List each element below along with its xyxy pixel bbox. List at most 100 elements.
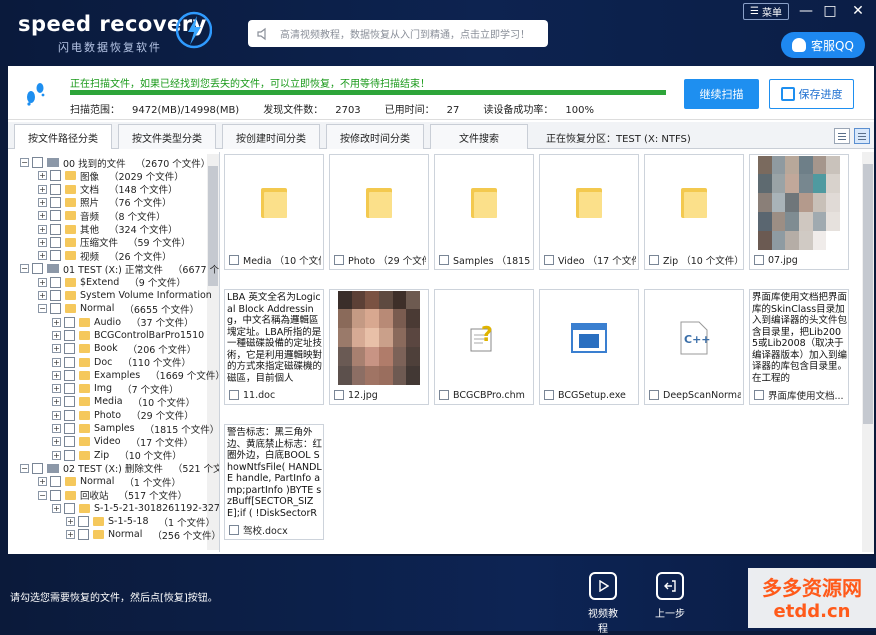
file-card-checkbox[interactable] [544, 390, 554, 400]
tree-item-checkbox[interactable] [78, 516, 89, 528]
tree-item-checkbox[interactable] [64, 396, 75, 408]
expand-toggle-icon[interactable]: + [52, 330, 61, 340]
tree-item[interactable]: + S-1-5-18 （1 个文件） [66, 515, 215, 529]
tree-item[interactable]: + Doc （110 个文件） [52, 356, 191, 369]
tree-item-checkbox[interactable] [50, 303, 61, 315]
tree-item[interactable]: + BCGControlBarPro1510 （27 [52, 329, 219, 342]
expand-toggle-icon[interactable]: + [52, 410, 61, 420]
tree-item-checkbox[interactable] [64, 502, 75, 514]
expand-toggle-icon[interactable]: + [38, 477, 47, 487]
expand-toggle-icon[interactable]: − [20, 158, 29, 167]
expand-toggle-icon[interactable]: − [38, 304, 47, 314]
file-card[interactable]: 界面库使用文档把界面库的SkinClass目录加入到编译器的头文件包含目录里，把… [749, 289, 849, 405]
file-card[interactable]: BCGSetup.exe [539, 289, 639, 405]
previous-step-button[interactable]: 上一步 [652, 572, 688, 620]
tree-item[interactable]: + Book （206 个文件） [52, 342, 196, 356]
maximize-button[interactable]: □ [821, 2, 839, 20]
expand-toggle-icon[interactable]: + [38, 237, 47, 247]
menu-button[interactable]: ☰ 菜单 [743, 3, 789, 20]
list-view-icon[interactable] [834, 128, 850, 144]
customer-service-qq-button[interactable]: 客服QQ [781, 32, 865, 58]
tree-item-checkbox[interactable] [50, 210, 61, 222]
expand-toggle-icon[interactable]: + [52, 344, 61, 354]
tree-item[interactable]: + S-1-5-21-3018261192-32706 [52, 502, 219, 515]
tree-item[interactable]: + 其他 （324 个文件） [38, 223, 178, 236]
video-tutorial-button[interactable]: 视频教程 [585, 572, 621, 635]
expand-toggle-icon[interactable]: + [38, 211, 47, 221]
file-card[interactable]: 07.jpg [749, 154, 849, 270]
expand-toggle-icon[interactable]: + [52, 397, 61, 407]
tree-item[interactable]: − 00 找到的文件 （2670 个文件） [20, 156, 210, 170]
file-card-checkbox[interactable] [334, 390, 344, 400]
tree-item[interactable]: + 压缩文件 （59 个文件） [38, 236, 191, 249]
tree-item-checkbox[interactable] [50, 183, 61, 195]
tutorial-notice-bar[interactable]: 高清视频教程，数据恢复从入门到精通，点击立即学习！ [248, 20, 548, 47]
tree-item[interactable]: + Normal （256 个文件） [66, 528, 219, 542]
tree-item-checkbox[interactable] [64, 423, 75, 434]
tree-item[interactable]: + Samples （1815 个文件） [52, 422, 219, 436]
tree-item-checkbox[interactable] [64, 409, 75, 421]
tree-item[interactable]: + 照片 （76 个文件） [38, 196, 172, 209]
tree-item-checkbox[interactable] [50, 276, 61, 288]
expand-toggle-icon[interactable]: + [38, 251, 47, 261]
tree-item-checkbox[interactable] [64, 356, 75, 368]
file-card-checkbox[interactable] [439, 255, 449, 265]
expand-toggle-icon[interactable]: − [20, 463, 29, 473]
expand-toggle-icon[interactable]: + [52, 503, 61, 513]
tree-item-checkbox[interactable] [50, 489, 61, 501]
tree-item[interactable]: + Examples （1669 个文件） [52, 369, 219, 382]
tree-item[interactable]: + $Extend （9 个文件） [38, 276, 186, 289]
tree-item[interactable]: − 01 TEST (X:) 正常文件 （6677 个文件 [20, 262, 219, 276]
tree-item[interactable]: − 02 TEST (X:) 删除文件 （521 个文件） [20, 462, 219, 475]
file-card-checkbox[interactable] [544, 255, 554, 265]
file-card-checkbox[interactable] [754, 390, 764, 400]
tree-item[interactable]: + 音频 （8 个文件） [38, 209, 166, 223]
tab-by-path[interactable]: 按文件路径分类 [14, 124, 112, 149]
minimize-button[interactable]: — [797, 2, 815, 20]
tab-by-created[interactable]: 按创建时间分类 [222, 124, 320, 149]
tree-item-checkbox[interactable] [50, 196, 61, 208]
expand-toggle-icon[interactable]: + [52, 370, 61, 380]
tree-item-checkbox[interactable] [32, 462, 43, 474]
tree-item-checkbox[interactable] [64, 449, 75, 461]
expand-toggle-icon[interactable]: + [66, 530, 75, 540]
expand-toggle-icon[interactable]: − [38, 490, 47, 500]
expand-toggle-icon[interactable]: + [66, 517, 75, 527]
tree-item[interactable]: + Audio （37 个文件） [52, 316, 194, 329]
tree-item[interactable]: +System Volume Information（3 - [38, 289, 219, 302]
tree-item[interactable]: + Photo （29 个文件） [52, 409, 194, 422]
expand-toggle-icon[interactable]: + [38, 291, 47, 300]
expand-toggle-icon[interactable]: + [38, 184, 47, 194]
tree-item-checkbox[interactable] [50, 250, 61, 262]
thumbnail-view-icon[interactable] [854, 128, 870, 144]
tab-file-search[interactable]: 文件搜索 [430, 124, 528, 149]
expand-toggle-icon[interactable]: + [38, 171, 47, 181]
expand-toggle-icon[interactable]: + [38, 277, 47, 287]
tree-item-checkbox[interactable] [64, 316, 75, 328]
tree-item[interactable]: + 图像 （2029 个文件） [38, 169, 184, 183]
expand-toggle-icon[interactable]: + [52, 437, 61, 447]
file-card[interactable]: Media （10 个文件） [224, 154, 324, 270]
tree-item[interactable]: − Normal （6655 个文件） [38, 302, 199, 316]
grid-scrollbar[interactable] [862, 152, 874, 552]
file-card-checkbox[interactable] [439, 390, 449, 400]
expand-toggle-icon[interactable]: + [38, 197, 47, 207]
tree-item[interactable]: + Zip （10 个文件） [52, 449, 182, 462]
file-card-checkbox[interactable] [229, 525, 239, 535]
tree-item-checkbox[interactable] [64, 329, 75, 341]
tree-item-checkbox[interactable] [64, 436, 75, 448]
tree-item[interactable]: + Video （17 个文件） [52, 435, 193, 449]
tree-scrollbar[interactable] [207, 154, 219, 550]
grid-scroll-thumb[interactable] [863, 164, 873, 424]
tab-by-modified[interactable]: 按修改时间分类 [326, 124, 424, 149]
file-card[interactable]: Photo （29 个文件） [329, 154, 429, 270]
tree-item[interactable]: − 回收站 （517 个文件） [38, 489, 187, 502]
save-progress-button[interactable]: 保存进度 [769, 79, 854, 109]
file-card-checkbox[interactable] [229, 255, 239, 265]
file-card[interactable]: C++ DeepScanNormal... [644, 289, 744, 405]
tree-item-checkbox[interactable] [32, 157, 43, 168]
expand-toggle-icon[interactable]: + [52, 450, 61, 460]
expand-toggle-icon[interactable]: + [52, 317, 61, 327]
file-card[interactable]: 12.jpg [329, 289, 429, 405]
tree-item-checkbox[interactable] [50, 290, 61, 301]
